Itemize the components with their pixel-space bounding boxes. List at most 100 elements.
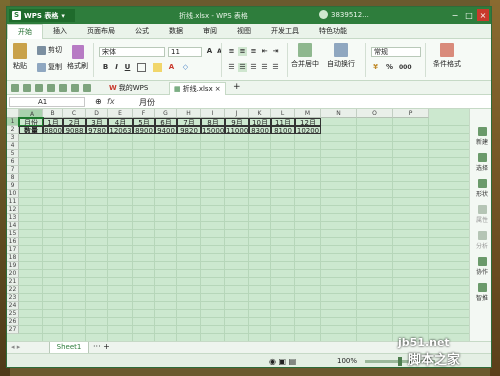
row-header[interactable]: 24 [7,302,19,310]
conditional-format-button[interactable]: 条件格式 [433,43,461,69]
table-cell[interactable]: 12063 [108,126,133,134]
column-header[interactable]: D [86,109,108,118]
row-header[interactable]: 13 [7,214,19,222]
justify-icon[interactable]: ☰ [260,63,269,72]
column-header[interactable]: I [201,109,225,118]
row-header[interactable]: 21 [7,278,19,286]
open-icon[interactable] [23,84,31,92]
table-cell[interactable]: 11000 [225,126,249,134]
align-right-icon[interactable]: ☰ [249,63,258,72]
table-cell[interactable]: 10200 [295,126,321,134]
border-icon[interactable] [137,63,146,72]
row-header[interactable]: 10 [7,190,19,198]
menu-view[interactable]: 视图 [227,24,261,39]
undo-icon[interactable] [59,84,67,92]
align-center-icon[interactable]: ☰ [238,63,247,72]
row-header[interactable]: 4 [7,142,19,150]
table-cell[interactable]: 3月 [86,118,108,126]
side-analysis-button[interactable]: 分析 [470,231,491,250]
table-cell[interactable]: 8月 [201,118,225,126]
column-header[interactable]: N [321,109,357,118]
table-cell[interactable]: 7月 [177,118,201,126]
row-header[interactable]: 25 [7,310,19,318]
dropdown-icon[interactable] [83,84,91,92]
row-header[interactable]: 16 [7,238,19,246]
sheet-nav-icon[interactable]: ◂ ▸ [11,343,20,351]
row-header[interactable]: 27 [7,326,19,334]
menu-formulas[interactable]: 公式 [125,24,159,39]
name-box[interactable]: A1 [9,97,85,107]
indent-right-icon[interactable]: ⇥ [271,47,280,56]
table-cell[interactable]: 9820 [177,126,201,134]
column-header[interactable]: O [357,109,393,118]
align-bottom-icon[interactable]: ≡ [249,47,258,56]
column-header[interactable]: J [225,109,249,118]
table-cell[interactable]: 5月 [133,118,155,126]
menu-special[interactable]: 特色功能 [309,24,357,39]
table-cell[interactable]: 6月 [155,118,177,126]
close-button[interactable]: × [477,9,489,21]
table-cell[interactable]: 4月 [108,118,133,126]
clear-format-icon[interactable]: ◇ [181,63,190,72]
add-sheet-button[interactable]: ··· + [93,342,110,351]
column-header[interactable]: E [108,109,133,118]
menu-insert[interactable]: 插入 [43,24,77,39]
row-header[interactable]: 6 [7,158,19,166]
table-cell[interactable]: 2月 [63,118,86,126]
row-header[interactable]: 5 [7,150,19,158]
close-tab-icon[interactable]: × [215,83,221,96]
table-cell[interactable]: 8300 [249,126,271,134]
table-cell[interactable]: 15000 [201,126,225,134]
tab-my-wps[interactable]: W 我的WPS [105,82,152,95]
row-header[interactable]: 18 [7,254,19,262]
column-header[interactable]: G [155,109,177,118]
table-cell[interactable]: 9780 [86,126,108,134]
menu-home[interactable]: 开始 [7,23,43,39]
print-preview-icon[interactable] [47,84,55,92]
row-header[interactable]: 15 [7,230,19,238]
copy-button[interactable]: 复制 [37,62,62,72]
row-header[interactable]: 19 [7,262,19,270]
active-cell[interactable]: 月份 [18,117,44,127]
column-header[interactable]: K [249,109,271,118]
underline-button[interactable]: U [123,63,132,72]
table-cell[interactable]: 10月 [249,118,271,126]
menu-page-layout[interactable]: 页面布局 [77,24,125,39]
save-icon[interactable] [11,84,19,92]
row-header[interactable]: 1 [7,118,19,126]
cut-button[interactable]: 剪切 [37,45,62,55]
column-header[interactable]: P [393,109,429,118]
row-header[interactable]: 12 [7,206,19,214]
minimize-button[interactable]: − [449,9,461,21]
column-header[interactable]: M [295,109,321,118]
side-collab-button[interactable]: 协作 [470,257,491,276]
select-all-corner[interactable] [7,109,19,118]
merge-center-button[interactable]: 合并居中 [291,43,319,69]
zoom-search-icon[interactable]: ⊕ [95,97,102,106]
font-family-select[interactable]: 宋体 [99,47,165,57]
table-cell[interactable]: 8100 [271,126,295,134]
side-new-button[interactable]: 新建 [470,127,491,146]
indent-left-icon[interactable]: ⇤ [260,47,269,56]
bold-button[interactable]: B [101,63,110,72]
font-color-button[interactable]: A [167,63,176,72]
table-cell[interactable]: 9月 [225,118,249,126]
table-cell[interactable]: 数量 [19,126,43,134]
menu-developer[interactable]: 开发工具 [261,24,309,39]
print-icon[interactable] [35,84,43,92]
function-icon[interactable]: fx [107,97,115,106]
align-top-icon[interactable]: ≡ [227,47,236,56]
fill-color-icon[interactable] [153,63,162,72]
side-shape-button[interactable]: 形状 [470,179,491,198]
number-format-select[interactable]: 常规 [371,47,421,57]
table-cell[interactable]: 9400 [155,126,177,134]
column-header[interactable]: B [43,109,63,118]
align-left-icon[interactable]: ☰ [227,63,236,72]
table-cell[interactable]: 8800 [43,126,63,134]
menu-data[interactable]: 数据 [159,24,193,39]
row-header[interactable]: 8 [7,174,19,182]
format-painter-button[interactable]: 格式刷 [67,45,88,71]
distributed-icon[interactable]: ☰ [271,63,280,72]
increase-font-icon[interactable]: A [205,47,214,56]
row-header[interactable]: 26 [7,318,19,326]
